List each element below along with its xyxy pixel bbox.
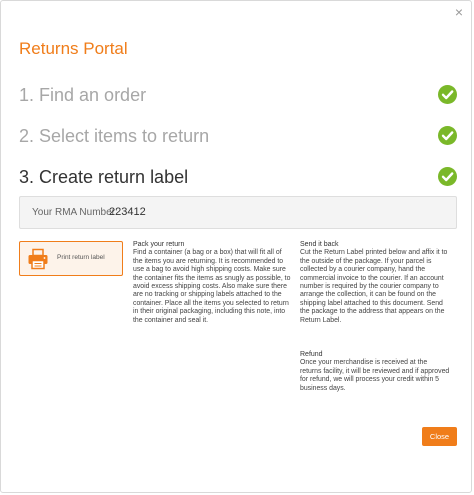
pack-heading: Pack your return: [133, 241, 185, 248]
rma-label: Your RMA Number:: [32, 207, 118, 218]
refund-text: Once your merchandise is received at the…: [300, 359, 450, 392]
close-icon[interactable]: ×: [455, 5, 463, 19]
refund-heading: Refund: [300, 351, 323, 358]
pack-text: Find a container (a bag or a box) that w…: [133, 249, 291, 324]
send-text: Cut the Return Label printed below and a…: [300, 249, 448, 324]
step-find-order[interactable]: 1. Find an order: [19, 81, 457, 111]
rma-value: 223412: [109, 206, 146, 218]
send-heading: Send it back: [300, 241, 339, 248]
send-section: Send it back Cut the Return Label printe…: [300, 241, 453, 325]
step-label: 3. Create return label: [19, 167, 189, 187]
check-circle-icon: [438, 85, 457, 104]
step-label: 2. Select items to return: [19, 126, 210, 146]
check-circle-icon: [438, 126, 457, 145]
printer-icon: [27, 248, 49, 270]
pack-section: Pack your return Find a container (a bag…: [133, 241, 293, 325]
step-select-items[interactable]: 2. Select items to return: [19, 122, 457, 152]
print-button-label: Print return label: [57, 254, 105, 261]
returns-modal: × Returns Portal 1. Find an order 2. Sel…: [0, 0, 472, 493]
step-create-label[interactable]: 3. Create return label: [19, 163, 457, 193]
step-label: 1. Find an order: [19, 85, 147, 105]
portal-title: Returns Portal: [19, 39, 128, 58]
print-return-label-button[interactable]: Print return label: [19, 241, 123, 276]
close-button[interactable]: Close: [422, 427, 457, 446]
refund-section: Refund Once your merchandise is received…: [300, 351, 450, 393]
rma-number-box: Your RMA Number: 223412: [19, 196, 457, 229]
check-circle-icon: [438, 167, 457, 186]
